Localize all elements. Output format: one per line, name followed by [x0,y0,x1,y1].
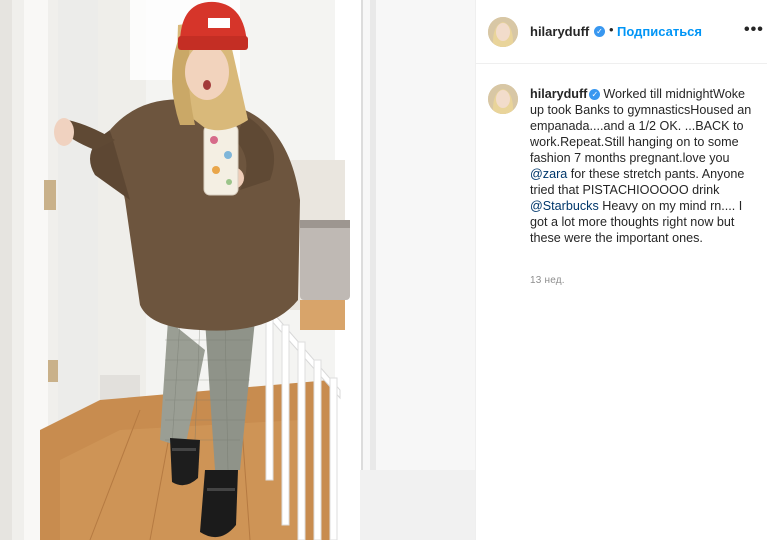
more-options-icon[interactable]: ••• [744,22,764,38]
avatar-image [488,17,518,47]
avatar-image [488,84,518,114]
mirror-selfie-image [0,0,475,540]
separator-dot: • [609,22,614,37]
mention-zara-link[interactable]: @zara [530,167,567,181]
avatar[interactable] [488,17,518,47]
follow-button[interactable]: Подписаться [617,24,702,39]
mention-starbucks-link[interactable]: @Starbucks [530,199,599,213]
caption-avatar[interactable] [488,84,518,114]
post-sidebar: hilaryduff ✓ • Подписаться ••• hilaryduf… [475,0,767,540]
username-link[interactable]: hilaryduff [530,24,589,39]
caption-username-link[interactable]: hilaryduff [530,87,587,101]
verified-badge-icon: ✓ [594,26,605,37]
verified-badge-icon: ✓ [589,89,601,101]
post-header: hilaryduff ✓ • Подписаться ••• [476,0,767,64]
post-photo[interactable] [0,0,475,540]
caption-text: hilaryduff ✓ Worked till midnightWoke up t… [530,86,760,246]
post-timestamp[interactable]: 13 нед. [530,275,565,286]
